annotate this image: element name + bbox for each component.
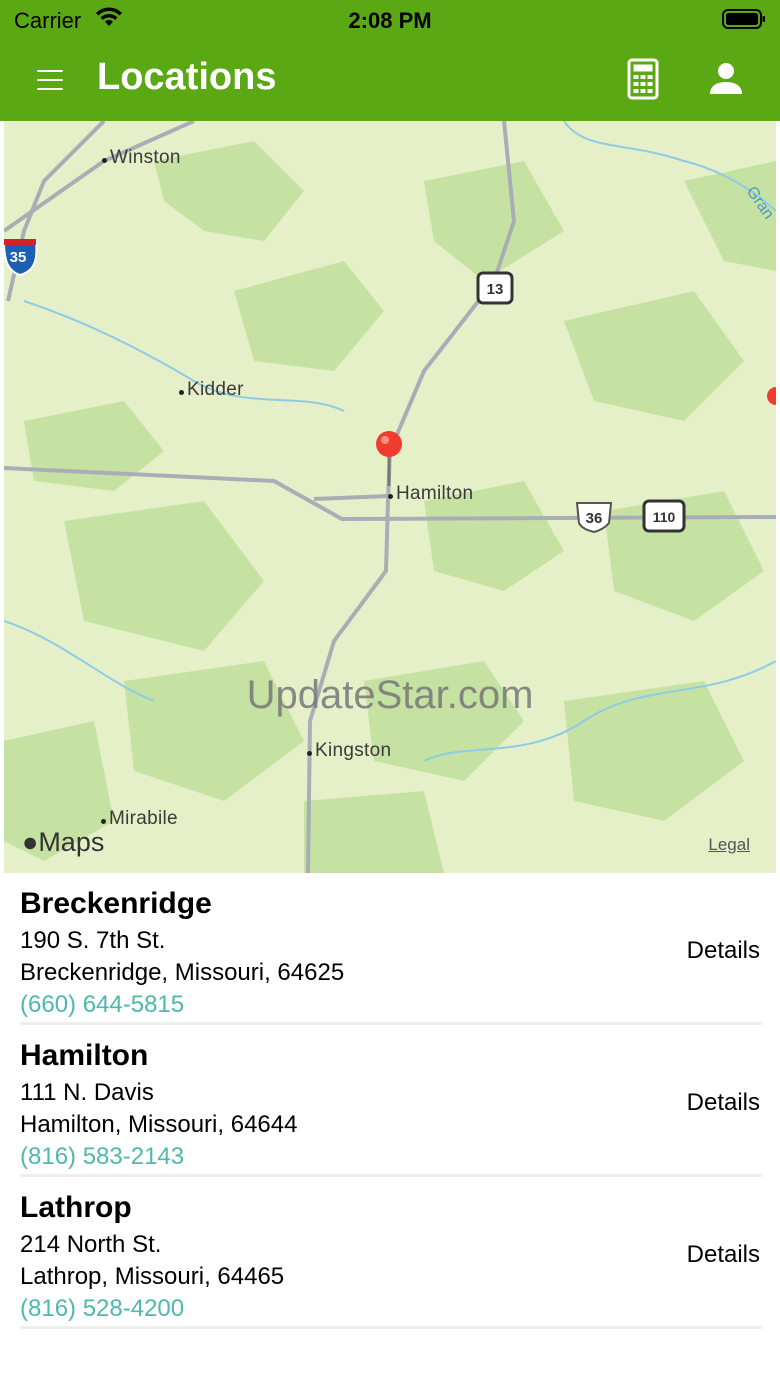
legal-link[interactable]: Legal [708, 835, 750, 855]
calculator-icon [627, 58, 659, 100]
location-pin-icon[interactable] [375, 430, 403, 486]
location-address-line2: Hamilton, Missouri, 64644 [20, 1111, 298, 1138]
location-phone-link[interactable]: (660) 644-5815 [20, 991, 184, 1019]
offscreen-pin[interactable] [767, 387, 776, 405]
hamburger-menu-icon [37, 70, 63, 72]
location-address-line2: Lathrop, Missouri, 64465 [20, 1263, 285, 1290]
profile-button[interactable] [704, 58, 748, 102]
watermark: UpdateStar.com [246, 673, 534, 717]
location-phone-link[interactable]: (816) 583-2143 [20, 1143, 184, 1171]
location-row-lathrop[interactable]: Lathrop 214 North St. Lathrop, Missouri,… [0, 1177, 780, 1329]
nav-bar: Locations [0, 40, 780, 121]
details-button[interactable]: Details [687, 1241, 760, 1269]
app-header: Carrier 2:08 PM Locations [0, 0, 780, 121]
place-label-winston: Winston [102, 147, 181, 168]
row-divider [20, 1326, 762, 1329]
place-label-kidder: Kidder [179, 379, 244, 400]
location-name: Breckenridge [20, 887, 212, 920]
details-button[interactable]: Details [687, 937, 760, 965]
svg-text:35: 35 [10, 249, 27, 266]
us-36-shield: 36 [575, 502, 613, 534]
route-13-shield: 13 [476, 271, 514, 305]
user-icon [710, 63, 742, 94]
location-address-line2: Breckenridge, Missouri, 64625 [20, 959, 345, 986]
svg-text:13: 13 [487, 281, 504, 298]
location-row-hamilton[interactable]: Hamilton 111 N. Davis Hamilton, Missouri… [0, 1025, 780, 1177]
svg-text:36: 36 [586, 510, 603, 527]
map-view[interactable]: 35 13 36 110 Gran Winston Kidder Hamilto… [4, 121, 776, 873]
route-110-shield: 110 [642, 499, 686, 533]
location-address-line1: 111 N. Davis [20, 1079, 154, 1106]
place-label-kingston: Kingston [306, 740, 392, 761]
location-row-breckenridge[interactable]: Breckenridge 190 S. 7th St. Breckenridge… [0, 873, 780, 1025]
locations-list: Breckenridge 190 S. 7th St. Breckenridge… [0, 873, 780, 1329]
menu-button[interactable] [32, 64, 68, 96]
svg-text:110: 110 [653, 509, 676, 525]
page-title: Locations [97, 56, 277, 98]
location-phone-link[interactable]: (816) 528-4200 [20, 1295, 184, 1323]
location-name: Hamilton [20, 1039, 149, 1072]
battery-icon [722, 9, 765, 29]
status-time: 2:08 PM [348, 8, 432, 33]
interstate-35-shield: 35 [4, 239, 38, 277]
location-name: Lathrop [20, 1191, 132, 1224]
calculator-button[interactable] [624, 58, 662, 102]
status-bar: Carrier 2:08 PM [0, 0, 780, 40]
maps-logo: ●Maps [22, 827, 105, 857]
location-address-line1: 190 S. 7th St. [20, 927, 166, 954]
apple-icon: ● [22, 827, 39, 857]
location-address-line1: 214 North St. [20, 1231, 162, 1258]
place-label-hamilton: Hamilton [387, 483, 474, 504]
place-label-mirabile: Mirabile [101, 808, 178, 829]
details-button[interactable]: Details [687, 1089, 760, 1117]
